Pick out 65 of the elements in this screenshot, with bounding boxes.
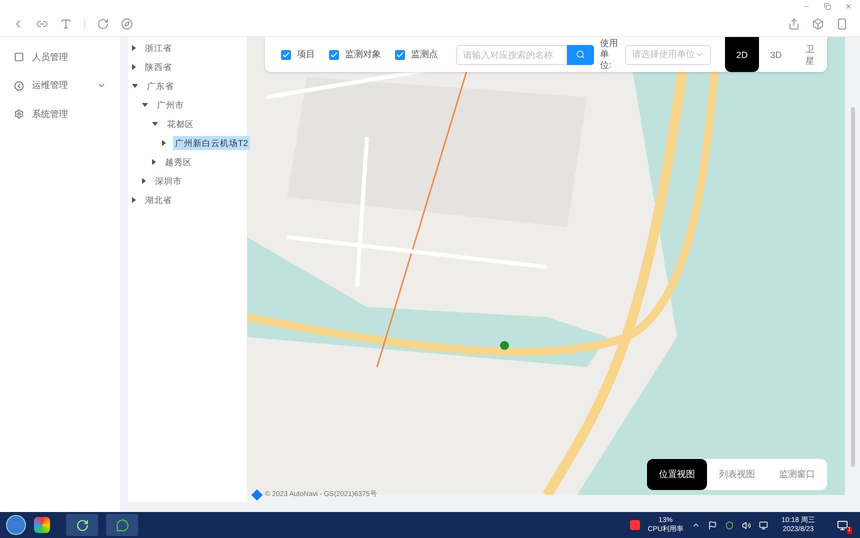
tree-item[interactable]: 越秀区	[163, 154, 194, 168]
sidebar-item[interactable]: 人员管理	[0, 43, 120, 72]
link-icon[interactable]	[36, 18, 48, 30]
caret-icon[interactable]	[162, 140, 166, 146]
chat-bubble-icon	[116, 518, 128, 532]
search-icon	[576, 50, 585, 59]
cube-icon[interactable]	[812, 18, 824, 30]
circular-arrow-icon	[76, 518, 88, 532]
tray-app-icon[interactable]	[630, 520, 640, 530]
taskbar-app-button[interactable]	[106, 514, 138, 536]
caret-icon[interactable]	[132, 84, 138, 88]
search-button[interactable]	[567, 44, 594, 64]
search-field[interactable]: 请输入对应搜索的名称	[456, 44, 567, 64]
app-icon[interactable]	[34, 517, 50, 533]
checkbox[interactable]	[281, 50, 291, 60]
notification-icon[interactable]	[837, 520, 848, 530]
restore-icon[interactable]	[824, 2, 831, 10]
view-tab[interactable]: 监测窗口	[767, 459, 827, 490]
flag-icon[interactable]	[708, 520, 717, 530]
tree-item[interactable]: 陕西省	[143, 60, 174, 74]
caret-icon[interactable]	[132, 64, 136, 70]
caret-icon[interactable]	[132, 44, 136, 50]
chevron-icon	[695, 50, 704, 59]
check-icon	[330, 50, 338, 58]
refresh-icon[interactable]	[97, 18, 109, 30]
menu-icon	[14, 109, 24, 120]
tree-item[interactable]: 花都区	[165, 116, 196, 130]
tree-item[interactable]: 浙江省	[143, 40, 174, 54]
caret-icon[interactable]	[142, 178, 146, 184]
menu-icon	[14, 80, 24, 91]
caret-icon[interactable]	[152, 158, 156, 164]
caret-icon[interactable]	[132, 196, 136, 202]
font-size-icon[interactable]	[60, 18, 72, 30]
start-button[interactable]	[6, 515, 26, 535]
close-icon[interactable]	[845, 2, 852, 10]
checkbox[interactable]	[329, 50, 339, 60]
shield-icon[interactable]	[724, 520, 734, 530]
volume-icon[interactable]	[742, 520, 751, 530]
taskbar-app-button[interactable]	[66, 514, 98, 536]
checkbox-label: 项目	[297, 48, 315, 61]
unit-label: 使用单位:	[600, 38, 619, 71]
menu-icon	[14, 52, 24, 62]
checkbox-label: 监测点	[411, 48, 438, 61]
share-icon[interactable]	[788, 18, 800, 30]
view-tab[interactable]: 列表视图	[707, 459, 767, 490]
tree-item[interactable]: 湖北省	[143, 192, 174, 206]
map-mode-tab[interactable]: 卫星	[793, 37, 827, 72]
sidebar-item[interactable]: 运维管理	[0, 72, 120, 100]
map-mode-tab[interactable]: 2D	[725, 37, 759, 72]
device-icon[interactable]	[836, 18, 848, 30]
tree-item[interactable]: 广东省	[145, 78, 176, 92]
map-mode-tab[interactable]: 3D	[759, 37, 793, 72]
caret-icon[interactable]	[152, 122, 158, 126]
tree-item[interactable]: 广州新白云机场T2	[173, 136, 250, 150]
sidebar-item[interactable]: 系统管理	[0, 100, 120, 128]
tree-item[interactable]: 深圳市	[153, 174, 184, 188]
tray-expand-icon[interactable]	[692, 521, 700, 529]
checkbox-label: 监测对象	[345, 48, 381, 61]
view-tab[interactable]: 位置视图	[647, 459, 707, 490]
tree-item[interactable]: 广州市	[155, 98, 186, 112]
compass-icon[interactable]	[121, 18, 133, 30]
caret-icon[interactable]	[142, 102, 148, 106]
checkbox[interactable]	[395, 50, 405, 60]
check-icon	[282, 50, 290, 58]
check-icon	[396, 50, 404, 58]
